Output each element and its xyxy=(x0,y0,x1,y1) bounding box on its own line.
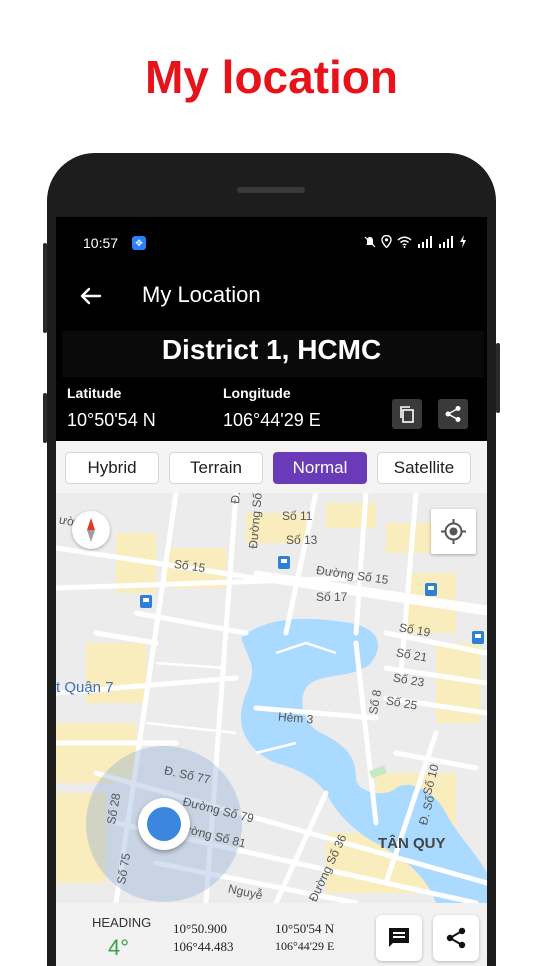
phone-side-button-left xyxy=(43,243,47,333)
status-time: 10:57 xyxy=(83,235,119,251)
tab-satellite[interactable]: Satellite xyxy=(377,452,471,484)
map-label-s13: Số 13 xyxy=(286,533,318,547)
phone-screen: 10:57 ✥ My Location District 1, HCMC Lat… xyxy=(56,217,487,966)
latitude-decimal: 10°50.900 xyxy=(173,921,227,936)
promo-page: My location 10:57 ✥ My Location District… xyxy=(0,0,543,966)
app-notification-icon: ✥ xyxy=(132,236,146,250)
phone-side-button-left-lower xyxy=(43,393,47,443)
phone-side-button-right xyxy=(496,343,500,413)
map-label-d-so-small: Đ. Số xyxy=(228,493,245,504)
location-pin-icon xyxy=(381,235,392,248)
message-icon xyxy=(389,928,409,947)
compass-icon xyxy=(87,518,95,542)
signal-icon-2 xyxy=(439,235,453,248)
share-button[interactable] xyxy=(433,915,479,961)
map-label-tan-quy: TÂN QUY xyxy=(378,835,446,852)
district-name: District 1, HCMC xyxy=(161,334,382,365)
heading-label: HEADING xyxy=(92,915,152,930)
share-icon xyxy=(445,406,461,422)
share-icon xyxy=(446,927,466,949)
current-location-marker xyxy=(138,798,190,850)
map-view[interactable]: ường Số 11 Số 13 Đ. Số Đường Số Số 15 Đư… xyxy=(56,493,487,903)
app-title: My Location xyxy=(142,282,261,307)
map-label-quan7: t Quận 7 xyxy=(56,679,114,696)
message-button[interactable] xyxy=(376,915,422,961)
longitude-dms: 106°44'29 E xyxy=(275,939,335,953)
bottom-info-bar: HEADING 4° 10°50.900 106°44.483 10°50'54… xyxy=(56,903,487,966)
longitude-decimal: 106°44.483 xyxy=(173,939,234,954)
map-label-s17: Số 17 xyxy=(316,590,348,604)
share-coords-button[interactable] xyxy=(438,399,468,429)
map-label-s11: Số 11 xyxy=(282,509,313,523)
mute-icon xyxy=(364,236,376,247)
tab-hybrid[interactable]: Hybrid xyxy=(65,452,159,484)
promo-title: My location xyxy=(144,51,399,103)
status-icons xyxy=(364,235,467,248)
app-bar: My Location xyxy=(56,269,487,325)
wifi-icon xyxy=(397,236,412,248)
tab-terrain[interactable]: Terrain xyxy=(169,452,263,484)
crosshair-icon xyxy=(441,519,466,544)
back-arrow-icon[interactable] xyxy=(76,281,106,311)
location-dot xyxy=(147,807,181,841)
tab-normal[interactable]: Normal xyxy=(273,452,367,484)
latitude-label: Latitude xyxy=(67,385,122,401)
longitude-value: 106°44'29 E xyxy=(223,410,321,430)
status-bar: 10:57 ✥ xyxy=(56,217,487,269)
latitude-dms: 10°50'54 N xyxy=(275,921,335,936)
map-type-tabs: Hybrid Terrain Normal Satellite xyxy=(56,441,487,493)
copy-button[interactable] xyxy=(392,399,422,429)
latitude-value: 10°50'54 N xyxy=(67,410,156,430)
phone-speaker xyxy=(237,187,305,193)
battery-charging-icon xyxy=(460,235,466,248)
signal-icon-1 xyxy=(418,235,432,248)
heading-value: 4° xyxy=(108,935,130,960)
phone-frame: 10:57 ✥ My Location District 1, HCMC Lat… xyxy=(43,153,500,966)
copy-icon xyxy=(400,406,414,423)
map-label-hem3: Hẻm 3 xyxy=(277,709,314,727)
my-location-button[interactable] xyxy=(431,509,476,554)
longitude-label: Longitude xyxy=(223,385,291,401)
compass-button[interactable] xyxy=(72,511,110,549)
